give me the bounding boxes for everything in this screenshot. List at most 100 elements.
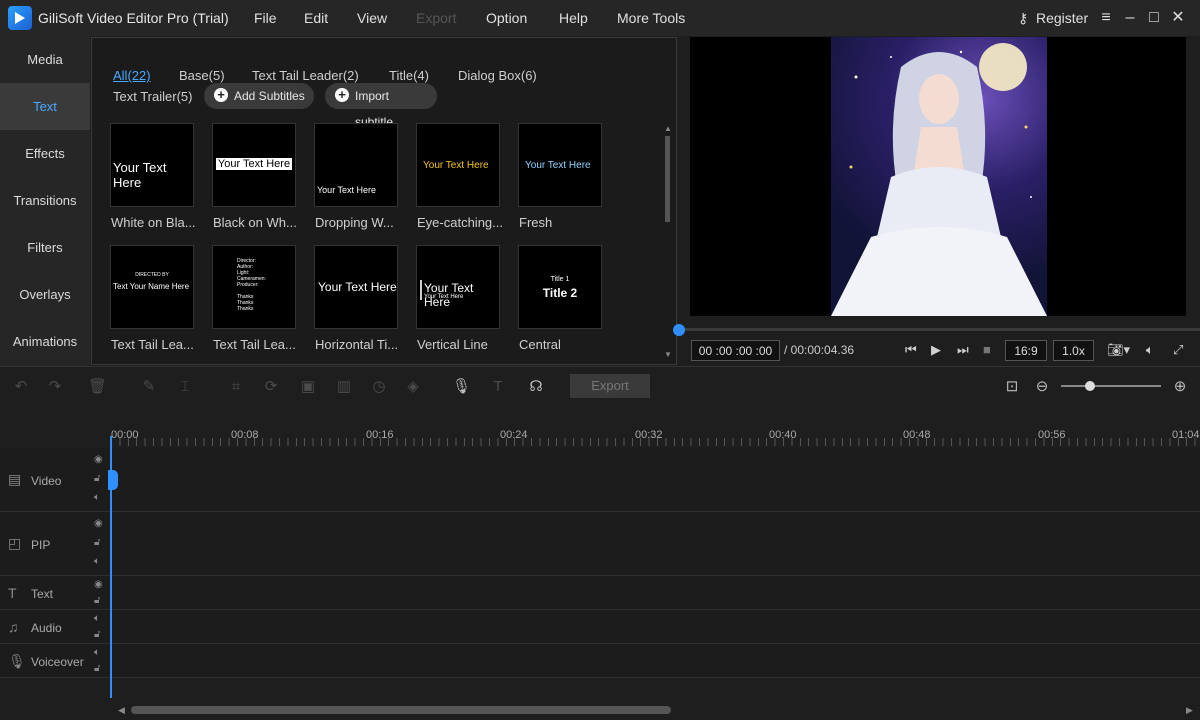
sidebar-item-overlays[interactable]: Overlays: [0, 271, 90, 318]
current-time-field[interactable]: 00 :00 :00 :00: [691, 340, 780, 361]
text-to-speech-icon[interactable]: T: [489, 378, 507, 396]
tab-all[interactable]: All(22): [113, 68, 151, 83]
zoom-slider-handle[interactable]: [1085, 381, 1095, 391]
scroll-down-icon[interactable]: ▼: [664, 350, 672, 359]
microphone-icon[interactable]: 🎙︎: [452, 378, 471, 396]
speech-to-text-icon[interactable]: ☊: [527, 378, 545, 396]
template-label: Central: [519, 337, 561, 352]
zoom-slider-track[interactable]: [1061, 385, 1161, 387]
lock-icon[interactable]: 🔓︎: [94, 595, 100, 606]
visibility-icon[interactable]: ◉: [94, 579, 103, 590]
zoom-out-icon[interactable]: ⊖: [1033, 378, 1051, 396]
seek-bar[interactable]: [678, 328, 1200, 331]
aspect-icon[interactable]: ▥: [335, 378, 353, 396]
mute-icon[interactable]: 🔈︎: [94, 613, 100, 624]
ruler-label: 00:16: [366, 429, 394, 441]
mosaic-icon[interactable]: ▣: [299, 378, 317, 396]
sidebar-item-media[interactable]: Media: [0, 36, 90, 83]
redo-icon[interactable]: ↷: [46, 378, 64, 396]
mute-icon[interactable]: 🔈︎: [94, 556, 100, 567]
keyframe-icon[interactable]: ◈: [404, 378, 422, 396]
lock-icon[interactable]: 🔓︎: [94, 663, 100, 674]
sidebar-item-transitions[interactable]: Transitions: [0, 177, 90, 224]
text-template-thumb[interactable]: Title 1 Title 2: [518, 245, 602, 329]
register-button[interactable]: Register: [1036, 10, 1088, 26]
tab-dialog-box[interactable]: Dialog Box(6): [458, 68, 537, 83]
ruler-label: 00:08: [231, 429, 259, 441]
fit-timeline-icon[interactable]: ⊡: [1003, 378, 1021, 396]
template-label: Fresh: [519, 215, 553, 230]
scroll-right-icon[interactable]: ▶: [1186, 705, 1193, 716]
tab-base[interactable]: Base(5): [179, 68, 225, 83]
zoom-in-icon[interactable]: ⊕: [1171, 378, 1189, 396]
scroll-left-icon[interactable]: ◀: [118, 705, 125, 716]
ruler-label: 00:32: [635, 429, 663, 441]
lock-icon[interactable]: 🔓︎: [94, 537, 100, 548]
menu-help[interactable]: Help: [559, 10, 588, 26]
stop-icon[interactable]: ■: [983, 342, 991, 357]
menu-export: Export: [416, 10, 457, 26]
maximize-icon[interactable]: □: [1144, 8, 1164, 28]
text-template-thumb[interactable]: Director: Author: Light: Cameramen: Prod…: [212, 245, 296, 329]
text-template-thumb[interactable]: Your Text Here: [110, 123, 194, 207]
scroll-up-icon[interactable]: ▲: [664, 124, 672, 133]
export-button[interactable]: Export: [570, 374, 650, 398]
crop-icon[interactable]: ⌗: [227, 378, 245, 396]
text-track[interactable]: [0, 576, 1200, 610]
seek-handle[interactable]: [673, 324, 685, 336]
duration-icon[interactable]: ◷: [370, 378, 388, 396]
timeline-scrollbar[interactable]: [131, 706, 671, 714]
text-template-thumb[interactable]: Your Text Here: [212, 123, 296, 207]
delete-icon[interactable]: 🗑︎: [88, 378, 107, 396]
menu-more-tools[interactable]: More Tools: [617, 10, 685, 26]
volume-icon[interactable]: 🔈︎: [1146, 342, 1154, 358]
add-subtitles-button[interactable]: + Add Subtitles: [204, 83, 314, 109]
text-template-thumb[interactable]: Your Text Here: [518, 123, 602, 207]
visibility-icon[interactable]: ◉: [94, 518, 103, 529]
import-subtitle-button[interactable]: + Import subtitle: [325, 83, 437, 129]
playhead-marker[interactable]: [108, 470, 118, 490]
minimize-icon[interactable]: –: [1120, 8, 1140, 28]
lock-icon[interactable]: 🔓︎: [94, 629, 100, 640]
sidebar-item-animations[interactable]: Animations: [0, 318, 90, 365]
lock-icon[interactable]: 🔓︎: [94, 473, 100, 484]
voiceover-track[interactable]: [0, 644, 1200, 678]
menu-option[interactable]: Option: [486, 10, 527, 26]
split-icon[interactable]: ⌶: [176, 378, 194, 396]
hamburger-menu-icon[interactable]: ≡: [1096, 8, 1116, 28]
text-template-thumb[interactable]: Your Text Here: [314, 245, 398, 329]
menu-view[interactable]: View: [357, 10, 387, 26]
text-template-thumb[interactable]: Your Text Here: [314, 123, 398, 207]
next-frame-icon[interactable]: ⏭: [957, 342, 969, 358]
menu-file[interactable]: File: [254, 10, 277, 26]
sidebar-item-text[interactable]: Text: [0, 83, 90, 130]
sidebar-item-effects[interactable]: Effects: [0, 130, 90, 177]
visibility-icon[interactable]: ◉: [94, 454, 103, 465]
thumb-preview-small: DIRECTED BY: [135, 272, 169, 278]
close-icon[interactable]: ✕: [1168, 8, 1188, 28]
preview-illustration: [831, 43, 1047, 316]
pip-track[interactable]: [0, 512, 1200, 576]
video-track[interactable]: [0, 448, 1200, 512]
audio-track[interactable]: [0, 610, 1200, 644]
tab-text-tail-leader[interactable]: Text Tail Leader(2): [252, 68, 359, 83]
rotate-icon[interactable]: ⟳: [262, 378, 280, 396]
speed-button[interactable]: 1.0x: [1053, 340, 1094, 361]
tab-title[interactable]: Title(4): [389, 68, 429, 83]
text-template-thumb[interactable]: DIRECTED BY Text Your Name Here: [110, 245, 194, 329]
snapshot-icon[interactable]: 📷︎▾: [1107, 342, 1130, 358]
text-template-thumb[interactable]: Your Text Here: [416, 123, 500, 207]
edit-icon[interactable]: ✎: [140, 378, 158, 396]
previous-frame-icon[interactable]: ⏮: [905, 342, 917, 358]
mute-icon[interactable]: 🔈︎: [94, 647, 100, 658]
aspect-ratio-button[interactable]: 16:9: [1005, 340, 1047, 361]
fullscreen-icon[interactable]: ⤢: [1173, 342, 1183, 358]
sidebar-item-filters[interactable]: Filters: [0, 224, 90, 271]
library-scrollbar-thumb[interactable]: [665, 136, 670, 222]
play-icon[interactable]: ▶: [931, 342, 941, 358]
undo-icon[interactable]: ↶: [12, 378, 30, 396]
tab-text-trailer[interactable]: Text Trailer(5): [113, 89, 192, 104]
text-template-thumb[interactable]: Your Text Here Your Text Here: [416, 245, 500, 329]
mute-icon[interactable]: 🔈︎: [94, 492, 100, 503]
menu-edit[interactable]: Edit: [304, 10, 328, 26]
